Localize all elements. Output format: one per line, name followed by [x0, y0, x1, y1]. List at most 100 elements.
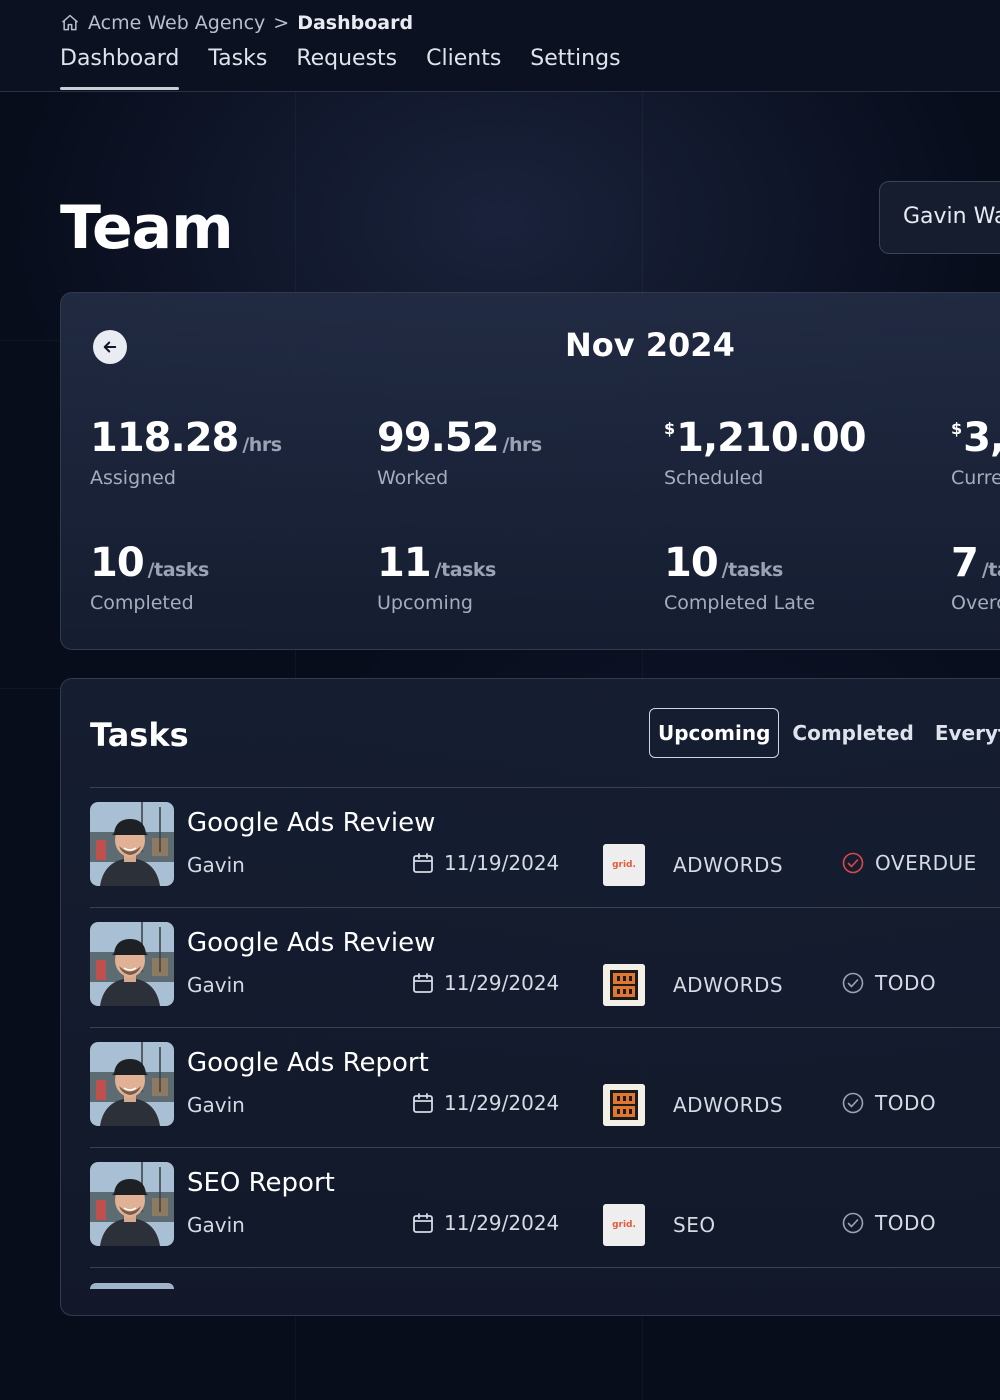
task-category: ADWORDS [673, 973, 784, 997]
stat-value: 99.52 [377, 415, 500, 461]
task-category: SEO [673, 1213, 716, 1237]
tasks-card: Tasks Upcoming Completed Everyth Google [60, 678, 1000, 1316]
todo-check-icon [842, 1092, 864, 1114]
currency-symbol: $ [951, 419, 962, 438]
filter-tab-completed[interactable]: Completed [784, 709, 921, 757]
task-category: ADWORDS [673, 1093, 784, 1117]
top-bar: Acme Web Agency > Dashboard Dashboard Ta… [0, 0, 1000, 92]
avatar [90, 802, 174, 886]
avatar [90, 1283, 174, 1289]
client-logo-text: grid. [612, 860, 636, 870]
task-row[interactable]: Google Ads Review Gavin 11/19/2024 grid.… [90, 788, 1000, 908]
task-status: TODO [841, 1211, 936, 1235]
avatar [90, 1042, 174, 1126]
task-status: OVERDUE [841, 851, 977, 875]
arrow-left-icon [103, 341, 117, 353]
task-due-date: 11/19/2024 [411, 851, 559, 875]
overdue-check-icon [842, 852, 864, 874]
task-due-date: 11/29/2024 [411, 971, 559, 995]
task-assignee: Gavin [187, 853, 245, 877]
nav-tab-clients[interactable]: Clients [426, 46, 501, 90]
filter-tab-upcoming[interactable]: Upcoming [649, 708, 780, 758]
stat-unit: /tasks [434, 559, 497, 581]
stat-worked: 99.52/hrs Worked [377, 415, 657, 489]
stat-label: Worked [377, 467, 449, 489]
nav-tab-requests[interactable]: Requests [296, 46, 397, 90]
task-assignee: Gavin [187, 973, 245, 997]
task-due-date: 11/29/2024 [411, 1211, 559, 1235]
stat-unit: /tasks [721, 559, 784, 581]
calendar-icon [413, 1093, 433, 1113]
stat-unit: /tasks [147, 559, 210, 581]
stat-value: 118.28 [90, 415, 239, 461]
due-date-text: 11/29/2024 [444, 971, 560, 995]
filter-tab-everything[interactable]: Everyth [927, 709, 1000, 757]
status-text: TODO [875, 1091, 937, 1115]
task-assignee: Gavin [187, 1093, 245, 1117]
due-date-text: 11/19/2024 [444, 851, 560, 875]
todo-check-icon [842, 1212, 864, 1234]
stat-current: $3, Curre [951, 415, 1000, 489]
status-text: TODO [875, 971, 937, 995]
stats-card: Nov 2024 118.28/hrs Assigned 99.52/hrs W… [60, 292, 1000, 650]
stat-value: 1,210.00 [676, 415, 866, 461]
stat-value: 10 [90, 540, 145, 586]
calendar-icon [413, 1213, 433, 1233]
previous-month-button[interactable] [93, 330, 127, 364]
calendar-icon [413, 973, 433, 993]
task-name[interactable]: SEO Report [187, 1168, 335, 1198]
stat-overdue: 7/ta Overc [951, 540, 1000, 614]
task-filter-tabs: Upcoming Completed Everyth [649, 708, 1000, 758]
stat-value: 11 [377, 540, 432, 586]
todo-check-icon [842, 972, 864, 994]
breadcrumb-separator: > [273, 12, 290, 34]
task-name[interactable]: Google Ads Review [187, 928, 435, 958]
due-date-text: 11/29/2024 [444, 1211, 560, 1235]
calendar-icon [413, 853, 433, 873]
main-nav: Dashboard Tasks Requests Clients Setting… [60, 46, 650, 90]
task-row[interactable]: SEO Report Gavin 11/29/2024 grid. SEO TO… [90, 1148, 1000, 1268]
stat-unit: /hrs [502, 434, 543, 456]
tasks-title: Tasks [90, 716, 189, 754]
nav-tab-dashboard[interactable]: Dashboard [60, 46, 180, 90]
breadcrumb-org[interactable]: Acme Web Agency [88, 12, 265, 34]
stat-label: Curre [951, 467, 1000, 489]
stat-unit: /ta [981, 559, 1000, 581]
task-status: TODO [841, 971, 936, 995]
stat-label: Upcoming [377, 592, 473, 614]
due-date-text: 11/29/2024 [444, 1091, 560, 1115]
task-row[interactable]: Google Ads Review Gavin 11/29/2024 ADWOR… [90, 908, 1000, 1028]
client-logo-text: grid. [612, 1220, 636, 1230]
task-name[interactable]: Google Ads Review [187, 808, 435, 838]
client-logo-bigbold [603, 1084, 645, 1126]
stat-completed-late: 10/tasks Completed Late [664, 540, 944, 614]
stat-label: Overc [951, 592, 1000, 614]
stat-unit: /hrs [242, 434, 282, 456]
client-logo-grid: grid. [603, 844, 645, 886]
home-icon[interactable] [60, 13, 80, 33]
user-select-dropdown[interactable]: Gavin Wa [879, 181, 1000, 254]
status-text: OVERDUE [875, 851, 977, 875]
stat-scheduled: $1,210.00 Scheduled [664, 415, 944, 489]
stat-label: Completed [90, 592, 194, 614]
client-logo-grid: grid. [603, 1204, 645, 1246]
breadcrumb-current: Dashboard [297, 12, 414, 34]
stat-upcoming: 11/tasks Upcoming [377, 540, 657, 614]
stat-value: 10 [664, 540, 719, 586]
currency-symbol: $ [664, 419, 675, 438]
task-row[interactable]: Google Ads Report Gavin 11/29/2024 ADWOR… [90, 1028, 1000, 1148]
task-due-date: 11/29/2024 [411, 1091, 559, 1115]
nav-tab-tasks[interactable]: Tasks [208, 46, 267, 90]
task-category: ADWORDS [673, 853, 784, 877]
client-logo-bigbold [603, 964, 645, 1006]
nav-tab-settings[interactable]: Settings [530, 46, 620, 90]
stat-completed: 10/tasks Completed [90, 540, 370, 614]
task-status: TODO [841, 1091, 936, 1115]
stat-value: 3, [963, 415, 1000, 461]
task-name[interactable]: Google Ads Report [187, 1048, 429, 1078]
task-assignee: Gavin [187, 1213, 245, 1237]
breadcrumb: Acme Web Agency > Dashboard [60, 12, 413, 34]
stat-assigned: 118.28/hrs Assigned [90, 415, 370, 489]
status-text: TODO [875, 1211, 937, 1235]
stat-label: Assigned [90, 467, 176, 489]
